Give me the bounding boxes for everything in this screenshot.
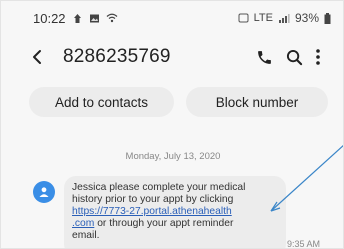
message-link-end[interactable]: .com xyxy=(72,218,94,229)
more-vert-icon xyxy=(316,49,320,65)
more-options-button[interactable] xyxy=(311,47,325,67)
message-line: .com or through your appt reminder xyxy=(72,218,277,230)
messages-screen: 10:22 LTE 93% 8286235769 Add to contacts… xyxy=(0,0,344,249)
message-timestamp: 9:35 AM xyxy=(287,239,321,249)
back-button[interactable] xyxy=(27,47,47,67)
status-time: 10:22 xyxy=(33,10,66,26)
status-bar: 10:22 LTE 93% xyxy=(1,1,343,35)
conversation-header: 8286235769 xyxy=(1,35,343,79)
search-button[interactable] xyxy=(284,47,304,67)
message-bubble[interactable]: Jessica please complete your medical his… xyxy=(64,176,286,248)
add-to-contacts-button[interactable]: Add to contacts xyxy=(29,87,174,117)
signal-icon xyxy=(278,13,290,23)
person-icon xyxy=(39,187,49,197)
wifi-icon xyxy=(106,13,118,23)
phone-icon xyxy=(257,50,271,64)
message-line: Jessica please complete your medical xyxy=(72,182,246,193)
message-line: history prior to your appt by clicking xyxy=(72,194,234,205)
date-separator: Monday, July 13, 2020 xyxy=(125,151,221,162)
message-link[interactable]: https://7773-27.portal.athenahealth xyxy=(72,206,277,218)
wifi-calling-icon xyxy=(238,13,249,23)
gallery-icon xyxy=(89,13,100,24)
message-line: email. xyxy=(72,230,100,241)
status-left: 10:22 xyxy=(33,11,118,26)
message-text: or through your appt reminder xyxy=(94,218,234,229)
search-icon xyxy=(286,49,302,65)
status-right: LTE 93% xyxy=(238,11,331,25)
back-arrow-icon xyxy=(33,50,41,64)
avatar[interactable] xyxy=(33,181,55,203)
block-number-button[interactable]: Block number xyxy=(186,87,328,117)
notification-icon xyxy=(72,13,83,24)
contact-number-title: 8286235769 xyxy=(63,46,171,67)
battery-icon xyxy=(324,12,331,24)
battery-percent: 93% xyxy=(294,11,319,25)
network-label: LTE xyxy=(253,12,273,24)
call-button[interactable] xyxy=(254,47,274,67)
